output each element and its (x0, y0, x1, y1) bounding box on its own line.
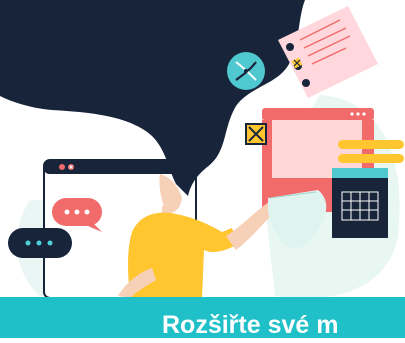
dna-icon (227, 52, 265, 90)
close-checkbox-icon (245, 123, 267, 145)
promo-banner: Rozšiřte své m (0, 297, 405, 338)
illustration-canvas (0, 0, 404, 299)
banner-title: Rozšiřte své m (162, 311, 339, 338)
chat-bubble-icon (8, 228, 72, 258)
hero-illustration (0, 0, 405, 338)
